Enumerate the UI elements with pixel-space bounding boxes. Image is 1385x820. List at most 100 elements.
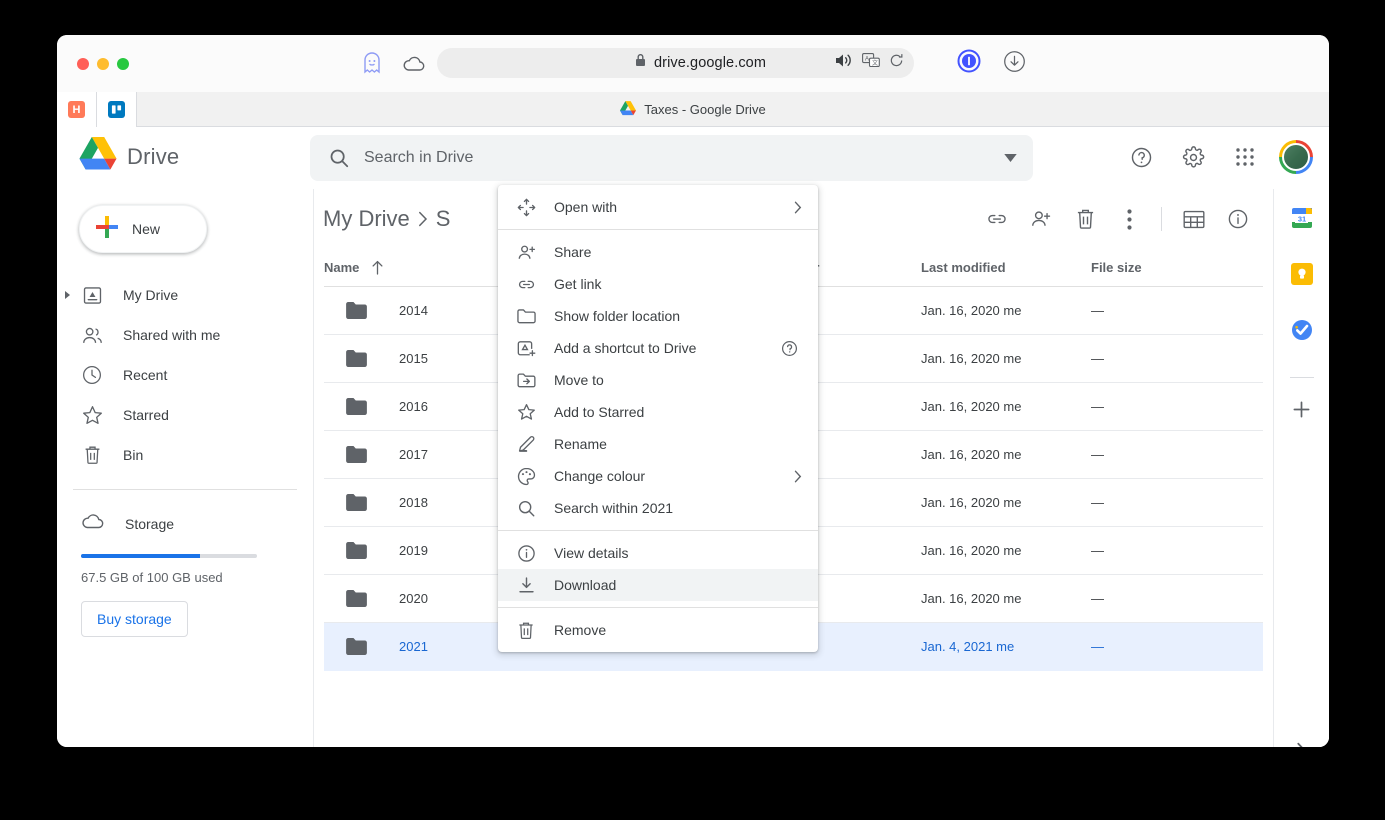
- menu-item-show-folder-location[interactable]: Show folder location: [498, 300, 818, 332]
- menu-item-download[interactable]: Download: [498, 569, 818, 601]
- browser-toolbar: drive.google.com A 文: [57, 35, 1329, 92]
- file-size: —: [1091, 639, 1104, 654]
- active-tab[interactable]: Taxes - Google Drive: [57, 92, 1329, 127]
- minimize-window-button[interactable]: [97, 57, 109, 70]
- help-icon[interactable]: [1119, 135, 1163, 179]
- column-label-name: Name: [324, 260, 360, 275]
- chevron-right-icon: [794, 470, 802, 483]
- menu-item-search-within-2021[interactable]: Search within 2021: [498, 492, 818, 524]
- reload-icon[interactable]: [889, 53, 904, 73]
- chevron-down-icon[interactable]: [1004, 154, 1017, 162]
- tab-strip: H Taxes - Google Drive: [57, 92, 1329, 127]
- folder-icon: [346, 494, 367, 511]
- menu-item-change-colour[interactable]: Change colour: [498, 460, 818, 492]
- grid-view-icon[interactable]: [1173, 198, 1215, 240]
- menu-item-label: Add a shortcut to Drive: [554, 340, 697, 356]
- header-actions: [1119, 135, 1313, 179]
- menu-item-rename[interactable]: Rename: [498, 428, 818, 460]
- buy-storage-button[interactable]: Buy storage: [81, 601, 188, 637]
- menu-item-remove[interactable]: Remove: [498, 614, 818, 646]
- left-sidebar: New My Drive Shared with me Recent Starr…: [57, 189, 313, 747]
- drive-favicon: [620, 100, 637, 119]
- download-icon[interactable]: [1003, 50, 1026, 78]
- file-modified: Jan. 16, 2020 me: [921, 543, 1022, 558]
- search-icon: [498, 499, 554, 518]
- expand-panel-icon[interactable]: [1296, 742, 1307, 747]
- google-keep-icon[interactable]: [1290, 263, 1313, 285]
- google-tasks-icon[interactable]: [1291, 319, 1313, 341]
- view-details-icon[interactable]: [1217, 198, 1259, 240]
- column-header-modified[interactable]: Last modified: [921, 260, 1091, 275]
- menu-item-label: Search within 2021: [554, 500, 674, 516]
- apps-grid-icon[interactable]: [1223, 135, 1267, 179]
- menu-item-view-details[interactable]: View details: [498, 537, 818, 569]
- more-vert-icon[interactable]: [1108, 198, 1150, 240]
- pocket-icon[interactable]: [957, 49, 981, 78]
- speaker-icon[interactable]: [836, 53, 853, 73]
- settings-icon[interactable]: [1171, 135, 1215, 179]
- storage-used-text: 67.5 GB of 100 GB used: [81, 570, 223, 585]
- window-controls[interactable]: [77, 57, 129, 70]
- file-name: 2015: [399, 351, 428, 366]
- menu-item-open-with[interactable]: Open with: [498, 191, 818, 223]
- browser-extensions: [957, 49, 1026, 78]
- menu-item-move-to[interactable]: Move to: [498, 364, 818, 396]
- sidebar-nav: My Drive Shared with me Recent Starred B…: [57, 275, 313, 475]
- sidebar-item-shared-with-me[interactable]: Shared with me: [57, 315, 313, 355]
- breadcrumb-item-my-drive[interactable]: My Drive: [323, 206, 410, 232]
- sidebar-item-bin[interactable]: Bin: [57, 435, 313, 475]
- file-name: 2016: [399, 399, 428, 414]
- sidebar-item-label: Bin: [123, 447, 144, 463]
- sidebar-item-my-drive[interactable]: My Drive: [57, 275, 313, 315]
- lock-icon: [635, 54, 646, 72]
- sort-ascending-icon[interactable]: [371, 260, 384, 275]
- storage-section: Storage 67.5 GB of 100 GB used Buy stora…: [57, 504, 313, 637]
- trash-icon: [498, 621, 554, 640]
- file-size: —: [1091, 591, 1104, 606]
- search-input[interactable]: [364, 149, 1004, 167]
- cloud-icon[interactable]: [402, 55, 426, 73]
- context-menu[interactable]: Open with Share Get link Show folder locati…: [498, 185, 818, 652]
- maximize-window-button[interactable]: [117, 57, 129, 70]
- sidebar-item-starred[interactable]: Starred: [57, 395, 313, 435]
- file-name: 2017: [399, 447, 428, 462]
- folder-icon: [346, 638, 367, 655]
- menu-item-share[interactable]: Share: [498, 236, 818, 268]
- svg-text:31: 31: [1297, 215, 1305, 224]
- close-window-button[interactable]: [77, 57, 89, 70]
- help-circle-icon[interactable]: [781, 340, 798, 357]
- drive-logo[interactable]: Drive: [79, 137, 179, 176]
- star-icon: [81, 405, 103, 426]
- file-size: —: [1091, 495, 1104, 510]
- avatar[interactable]: [1279, 140, 1313, 174]
- address-bar[interactable]: drive.google.com A 文: [437, 48, 914, 78]
- folder-icon: [498, 308, 554, 324]
- new-button[interactable]: New: [79, 205, 207, 253]
- file-modified: Jan. 4, 2021 me: [921, 639, 1015, 654]
- info-icon: [498, 544, 554, 563]
- menu-item-add-to-starred[interactable]: Add to Starred: [498, 396, 818, 428]
- people-icon: [81, 326, 103, 345]
- add-shortcut-icon: [498, 339, 554, 358]
- menu-item-get-link[interactable]: Get link: [498, 268, 818, 300]
- search-icon[interactable]: [328, 147, 350, 169]
- google-calendar-icon[interactable]: 31: [1291, 207, 1313, 229]
- column-header-size[interactable]: File size: [1091, 260, 1231, 275]
- ghost-icon[interactable]: [362, 52, 382, 74]
- add-person-icon[interactable]: [1020, 198, 1062, 240]
- open-with-icon: [498, 198, 554, 217]
- file-size: —: [1091, 447, 1104, 462]
- folder-icon: [346, 590, 367, 607]
- translate-icon[interactable]: A 文: [862, 53, 880, 73]
- get-link-icon[interactable]: [976, 198, 1018, 240]
- search-bar[interactable]: [310, 135, 1033, 181]
- breadcrumb-item-current[interactable]: S: [436, 206, 451, 232]
- file-name: 2019: [399, 543, 428, 558]
- expand-arrow-icon[interactable]: [65, 291, 70, 299]
- rail-divider: [1289, 377, 1314, 378]
- sidebar-item-recent[interactable]: Recent: [57, 355, 313, 395]
- add-app-icon[interactable]: [1292, 400, 1311, 424]
- delete-icon[interactable]: [1064, 198, 1106, 240]
- storage-row[interactable]: Storage: [57, 504, 313, 544]
- menu-item-add-a-shortcut-to-drive[interactable]: Add a shortcut to Drive: [498, 332, 818, 364]
